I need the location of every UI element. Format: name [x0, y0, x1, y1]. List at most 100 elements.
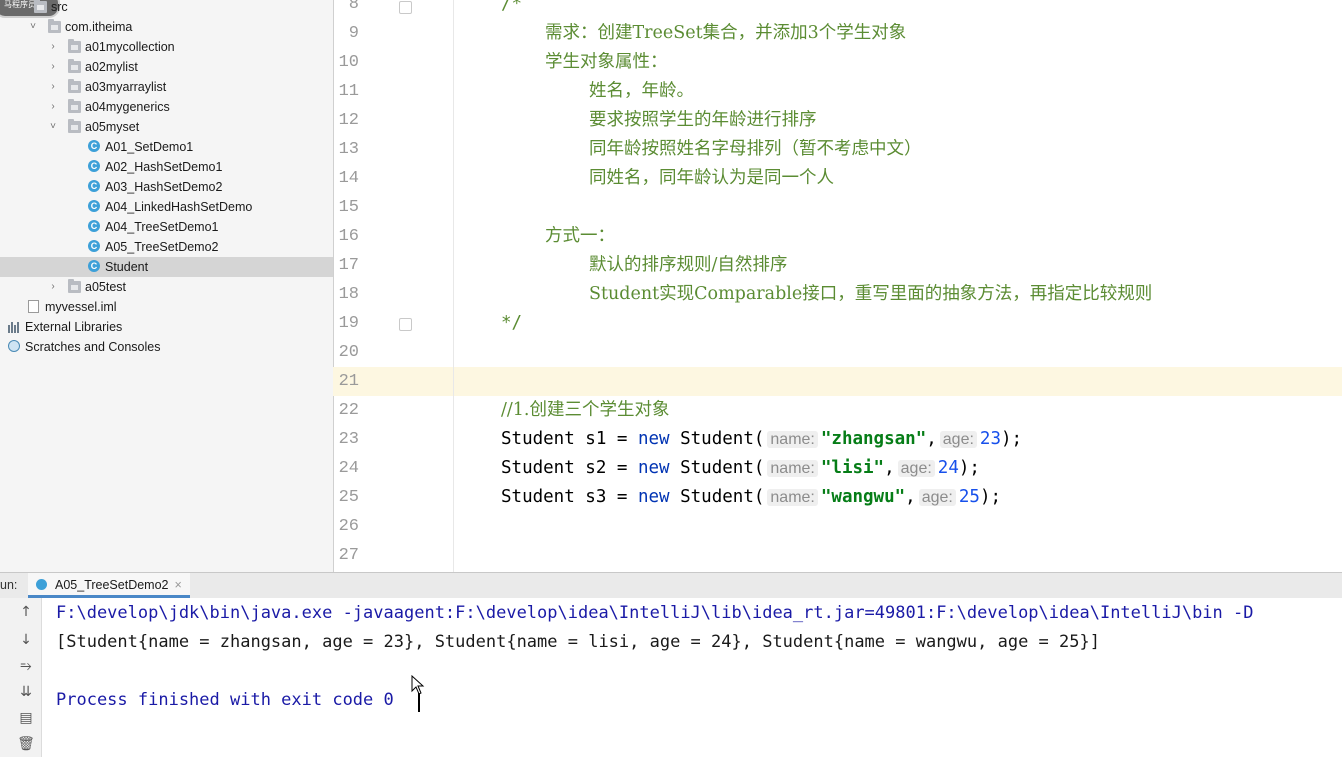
parameter-hint: name:	[767, 460, 818, 477]
line-number: 21	[338, 372, 359, 391]
tree-item[interactable]: C A03_HashSetDemo2	[0, 177, 333, 197]
keyword-new: new	[637, 429, 670, 449]
package-icon	[48, 19, 61, 33]
tree-item[interactable]: ˅ a05myset	[0, 117, 333, 137]
constructor-call: Student(	[669, 487, 765, 507]
class-icon: C	[88, 260, 100, 272]
tree-item[interactable]: › a04mygenerics	[0, 97, 333, 117]
code-line[interactable]: Student s3 = new Student(name: "wangwu", a…	[501, 483, 1001, 512]
console-output[interactable]: F:\develop\jdk\bin\java.exe -javaagent:F…	[42, 598, 1342, 757]
run-tab-label: A05_TreeSetDemo2	[55, 578, 169, 592]
tree-item[interactable]: › a01mycollection	[0, 37, 333, 57]
fold-marker-icon[interactable]	[399, 318, 412, 331]
class-icon: C	[88, 140, 100, 152]
line-comment: //1.创建三个学生对象	[501, 400, 670, 420]
fold-marker-icon[interactable]	[399, 1, 412, 14]
tree-item[interactable]: C A01_SetDemo1	[0, 137, 333, 157]
package-icon	[68, 79, 81, 93]
tree-item[interactable]: myvessel.iml	[0, 297, 333, 317]
string-literal: "zhangsan"	[820, 429, 927, 449]
tree-item[interactable]: C A02_HashSetDemo1	[0, 157, 333, 177]
tree-item[interactable]: Scratches and Consoles	[0, 337, 333, 357]
soft-wrap-icon[interactable]: ⥱	[16, 656, 36, 676]
tree-item-label: External Libraries	[25, 320, 123, 334]
chevron-down-icon[interactable]: ˅	[28, 17, 38, 37]
tree-item-label: com.itheima	[65, 20, 133, 34]
code-line[interactable]: Student s2 = new Student(name: "lisi", age…	[501, 454, 980, 483]
tree-item-label: a02mylist	[85, 60, 138, 74]
close-icon[interactable]: ×	[175, 578, 182, 592]
tree-item[interactable]: C Student	[0, 257, 333, 277]
console-exit-line: Process finished with exit code 0	[56, 690, 394, 710]
arrow-down-icon[interactable]: ↓	[16, 630, 36, 650]
variable-declaration: Student s3 =	[501, 487, 638, 507]
constructor-call: Student(	[669, 429, 765, 449]
tree-item[interactable]: External Libraries	[0, 317, 333, 337]
constructor-call: Student(	[669, 458, 765, 478]
line-number: 16	[338, 227, 359, 246]
tree-item-label: A01_SetDemo1	[105, 140, 194, 154]
chevron-right-icon[interactable]: ›	[48, 37, 58, 57]
code-line[interactable]: Student s1 = new Student(name: "zhangsan"…	[501, 425, 1022, 454]
chevron-right-icon[interactable]: ›	[48, 57, 58, 77]
separator: ,	[905, 487, 916, 507]
comment-open: /*	[501, 0, 523, 14]
comment-line: Student实现Comparable接口，重写里面的抽象方法，再指定比较规则	[589, 284, 1153, 304]
current-line-highlight	[406, 367, 1342, 396]
line-number: 24	[338, 459, 359, 478]
line-number: 22	[338, 401, 359, 420]
line-number: 12	[338, 111, 359, 130]
tree-item-label: src	[51, 0, 68, 14]
string-literal: "wangwu"	[820, 487, 906, 507]
comment-line: 同姓名，同年龄认为是同一个人	[589, 168, 834, 188]
arrow-up-icon[interactable]: ↑	[16, 602, 36, 622]
tree-item-label: a05myset	[85, 120, 140, 134]
variable-declaration: Student s2 =	[501, 458, 638, 478]
number-literal: 25	[958, 487, 980, 507]
run-toolbar: ↑ ↓ ⥱ ⇊ ▤ 🗑	[0, 598, 42, 757]
tree-item[interactable]: C A05_TreeSetDemo2	[0, 237, 333, 257]
class-icon: C	[88, 240, 100, 252]
class-icon: C	[88, 220, 100, 232]
line-number: 9	[348, 24, 359, 43]
print-icon[interactable]: ▤	[16, 708, 36, 728]
tree-item-label: a05test	[85, 280, 127, 294]
tree-item-label: myvessel.iml	[45, 300, 117, 314]
tree-item[interactable]: › a05test	[0, 277, 333, 297]
line-number: 20	[338, 343, 359, 362]
tree-item-label: A03_HashSetDemo2	[105, 180, 223, 194]
class-icon: C	[88, 200, 100, 212]
line-number: 26	[338, 517, 359, 536]
project-tool-window: 马程序员 src ˅ com.itheima › a01mycollection › a02…	[0, 0, 333, 572]
libraries-icon	[8, 321, 21, 333]
chevron-right-icon[interactable]: ›	[48, 77, 58, 97]
tree-item[interactable]: C A04_LinkedHashSetDemo	[0, 197, 333, 217]
separator: ,	[926, 429, 937, 449]
chevron-down-icon[interactable]: ˅	[48, 117, 58, 137]
tree-item[interactable]: C A04_TreeSetDemo1	[0, 217, 333, 237]
statement-end: );	[979, 487, 1002, 507]
chevron-right-icon[interactable]: ›	[48, 97, 58, 117]
tree-item[interactable]: src	[0, 0, 333, 17]
string-literal: "lisi"	[820, 458, 885, 478]
separator: ,	[884, 458, 895, 478]
tree-item-label: Scratches and Consoles	[25, 340, 161, 354]
tree-item-label: a01mycollection	[85, 40, 175, 54]
scroll-to-end-icon[interactable]: ⇊	[16, 682, 36, 702]
tree-item[interactable]: ˅ com.itheima	[0, 17, 333, 37]
package-icon	[68, 59, 81, 73]
tree-item[interactable]: › a03myarraylist	[0, 77, 333, 97]
run-label: un:	[0, 578, 18, 592]
trash-icon[interactable]: 🗑	[16, 734, 36, 754]
line-number: 27	[338, 546, 359, 565]
text-caret	[418, 692, 420, 712]
line-number: 17	[338, 256, 359, 275]
run-tool-window-header: un: A05_TreeSetDemo2 ×	[0, 572, 1342, 598]
tree-item-label: A02_HashSetDemo1	[105, 160, 223, 174]
tree-item[interactable]: › a02mylist	[0, 57, 333, 77]
line-number: 25	[338, 488, 359, 507]
chevron-right-icon[interactable]: ›	[48, 277, 58, 297]
console-output-line: [Student{name = zhangsan, age = 23}, Stu…	[56, 632, 1100, 652]
run-tab[interactable]: A05_TreeSetDemo2 ×	[28, 573, 190, 598]
comment-line: 姓名，年龄。	[589, 81, 694, 101]
